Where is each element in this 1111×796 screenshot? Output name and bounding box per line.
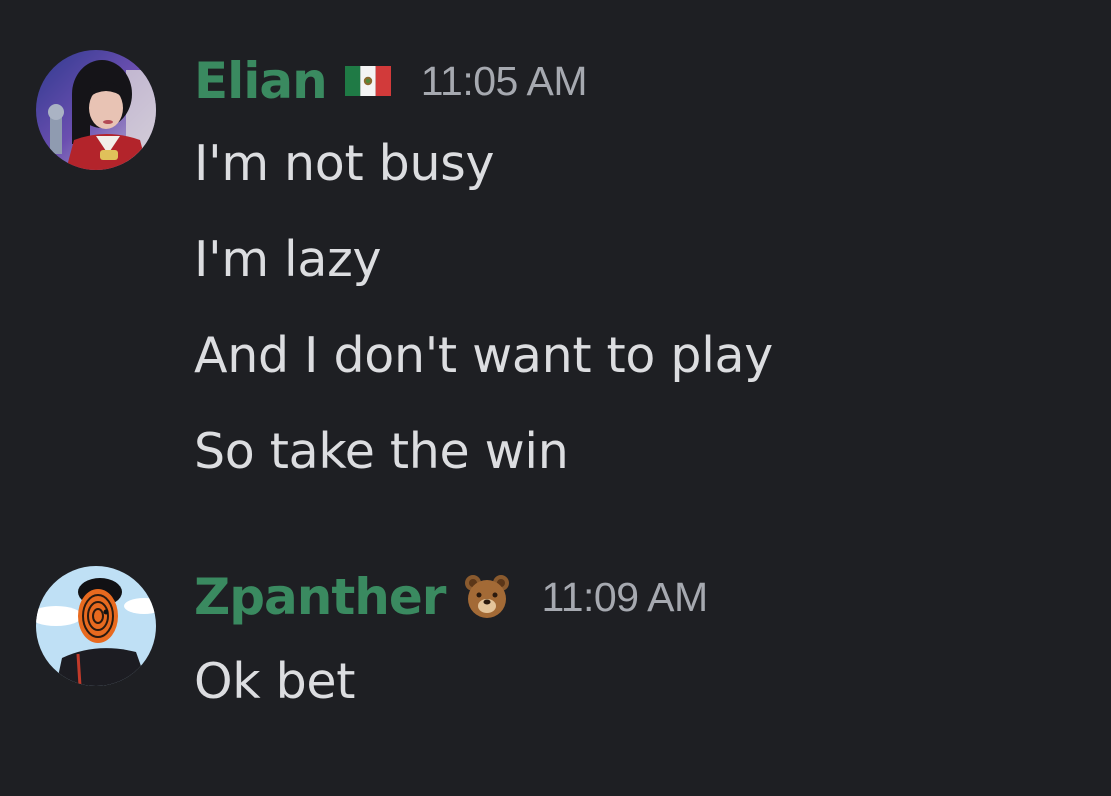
message-header: Elian 11:05 AM bbox=[194, 46, 587, 116]
user-avatar-icon bbox=[36, 566, 156, 686]
message-line: And I don't want to play bbox=[194, 327, 773, 384]
message-content: Ok bet bbox=[194, 644, 355, 740]
username[interactable]: Zpanther bbox=[194, 568, 446, 626]
chat-log: Elian 11:05 AM I'm not busy I'm lazy And… bbox=[0, 0, 1111, 796]
message-line: I'm lazy bbox=[194, 231, 382, 288]
bear-face-icon bbox=[463, 573, 511, 621]
message-content: I'm not busy I'm lazy And I don't want t… bbox=[194, 126, 773, 510]
mexico-flag-icon bbox=[344, 66, 391, 96]
message-line: So take the win bbox=[194, 423, 569, 480]
message-line: Ok bet bbox=[194, 653, 356, 710]
username[interactable]: Elian bbox=[194, 52, 328, 110]
timestamp: 11:05 AM bbox=[420, 57, 588, 104]
timestamp: 11:09 AM bbox=[541, 573, 708, 620]
message-header: Zpanther 11:09 AM bbox=[194, 562, 708, 632]
user-avatar-icon bbox=[36, 50, 156, 170]
message-line: I'm not busy bbox=[194, 135, 495, 192]
avatar[interactable] bbox=[36, 566, 156, 686]
avatar[interactable] bbox=[36, 50, 156, 170]
